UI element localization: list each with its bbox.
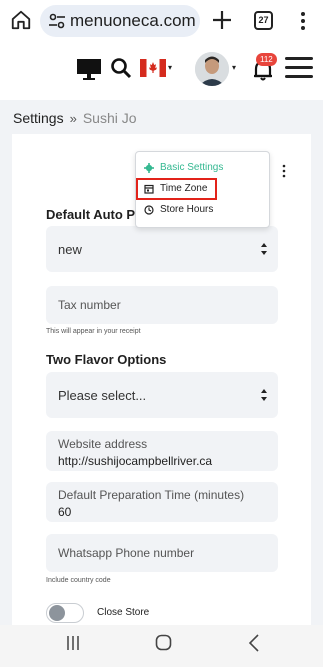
select-arrows-icon <box>261 243 267 255</box>
recents-icon[interactable] <box>66 635 80 651</box>
tab-switcher-button[interactable]: 27 <box>254 11 273 30</box>
clock-icon <box>144 204 154 215</box>
hamburger-menu-icon[interactable] <box>285 57 313 81</box>
tax-number-placeholder: Tax number <box>58 298 121 312</box>
avatar[interactable] <box>195 52 229 86</box>
two-flavor-select[interactable]: Please select... <box>46 372 278 418</box>
monitor-icon[interactable] <box>76 56 102 82</box>
avatar-image <box>195 52 229 86</box>
canada-flag-icon[interactable] <box>140 59 166 77</box>
breadcrumb-store: Sushi Jo <box>82 110 137 126</box>
search-icon[interactable] <box>110 57 132 79</box>
close-store-label: Close Store <box>97 607 150 618</box>
menu-item-label: Basic Settings <box>160 162 224 173</box>
site-info-icon[interactable] <box>48 13 66 29</box>
language-caret-icon[interactable]: ▾ <box>168 63 172 72</box>
system-navigation-bar <box>0 625 323 667</box>
time-zone-highlight-box <box>136 178 217 200</box>
select-arrows-icon <box>261 389 267 401</box>
toggle-knob <box>49 605 65 621</box>
back-icon[interactable] <box>248 634 260 652</box>
home-icon[interactable] <box>10 9 32 31</box>
website-value: http://sushijocampbellriver.ca <box>58 454 213 468</box>
two-flavor-label: Two Flavor Options <box>46 352 167 367</box>
browser-toolbar: menuoneca.com 27 <box>0 0 323 44</box>
site-header: ▾ ▾ 112 <box>0 44 323 94</box>
menu-item-basic-settings[interactable]: Basic Settings <box>144 162 223 173</box>
tax-hint: This will appear in your receipt <box>46 328 141 335</box>
menu-item-label: Store Hours <box>160 204 214 215</box>
whatsapp-input[interactable]: Whatsapp Phone number <box>46 534 278 572</box>
new-tab-icon[interactable] <box>211 9 233 31</box>
menu-item-store-hours[interactable]: Store Hours <box>144 204 213 215</box>
auto-print-value: new <box>58 241 82 257</box>
breadcrumb-settings[interactable]: Settings <box>13 110 64 126</box>
url-text: menuoneca.com <box>70 11 196 30</box>
home-nav-icon[interactable] <box>155 634 172 651</box>
gear-icon <box>144 162 154 173</box>
prep-time-input[interactable]: Default Preparation Time (minutes) 60 <box>46 482 278 522</box>
whatsapp-placeholder: Whatsapp Phone number <box>58 546 195 560</box>
address-bar[interactable]: menuoneca.com <box>40 5 200 37</box>
close-store-toggle[interactable] <box>46 603 84 623</box>
options-kebab-icon[interactable] <box>281 164 287 178</box>
tax-number-input[interactable]: Tax number <box>46 286 278 324</box>
whatsapp-hint: Include country code <box>46 577 111 584</box>
breadcrumb: Settings » Sushi Jo <box>13 110 137 126</box>
profile-caret-icon[interactable]: ▾ <box>232 63 236 72</box>
website-input[interactable]: Website address http://sushijocampbellri… <box>46 431 278 471</box>
notification-badge: 112 <box>256 53 277 66</box>
two-flavor-value: Please select... <box>58 387 147 403</box>
auto-print-select[interactable]: new <box>46 226 278 272</box>
prep-time-label: Default Preparation Time (minutes) <box>58 488 245 502</box>
more-vert-icon[interactable] <box>298 10 308 32</box>
website-label: Website address <box>58 437 148 451</box>
prep-time-value: 60 <box>58 505 72 519</box>
breadcrumb-separator-icon: » <box>69 110 77 126</box>
